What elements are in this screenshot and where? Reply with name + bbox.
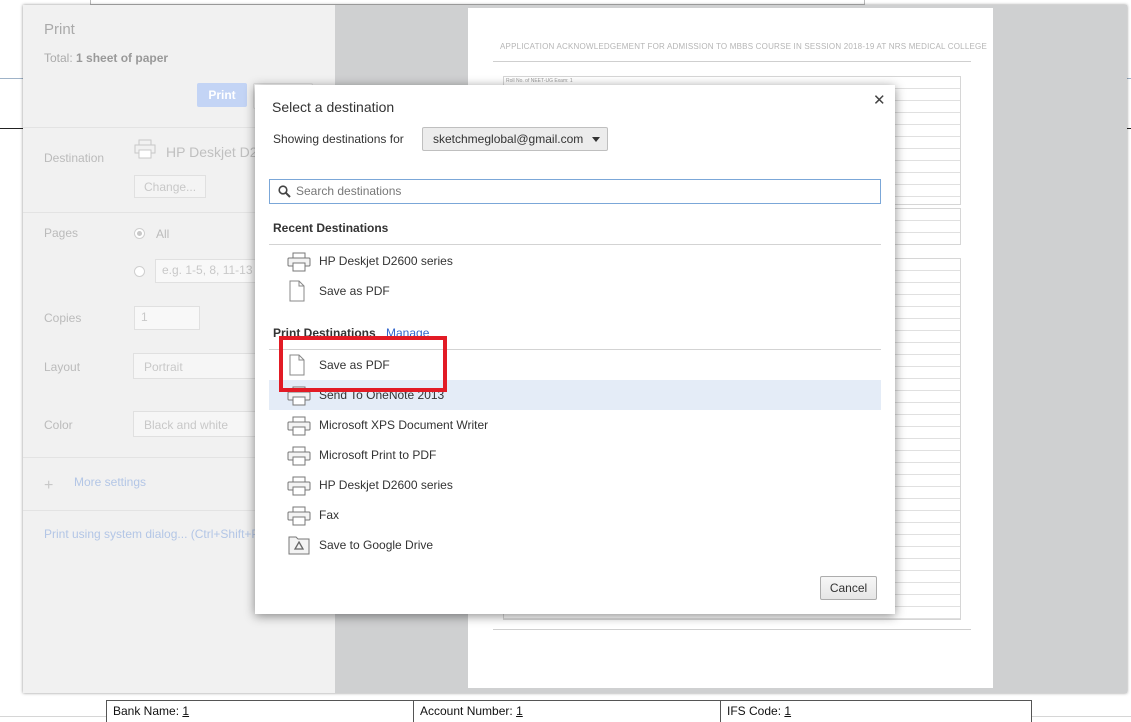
page-divider [0, 128, 23, 129]
page-divider [1127, 128, 1131, 129]
destination-hp-deskjet[interactable]: HP Deskjet D2600 series [269, 470, 881, 500]
destination-label: Microsoft Print to PDF [319, 448, 437, 462]
destination-onenote[interactable]: Send To OneNote 2013 [269, 380, 881, 410]
pages-all-radio[interactable] [134, 228, 145, 239]
google-drive-icon [288, 536, 310, 555]
page-divider [0, 78, 23, 79]
destination-label: Fax [319, 508, 340, 522]
layout-label: Layout [44, 360, 81, 374]
destination-value: HP Deskjet D26 [166, 144, 266, 160]
destination-google-drive[interactable]: Save to Google Drive [269, 530, 881, 560]
destination-label: Microsoft XPS Document Writer [319, 418, 489, 432]
close-icon[interactable]: ✕ [873, 91, 886, 109]
change-destination-button[interactable]: Change... [134, 175, 206, 198]
printer-icon [287, 506, 311, 526]
more-settings-link[interactable]: More settings [74, 475, 146, 489]
preview-rule [493, 61, 971, 62]
search-box[interactable] [269, 179, 881, 204]
destination-save-pdf[interactable]: Save as PDF [269, 350, 881, 380]
destination-label: Destination [44, 151, 105, 165]
preview-header: APPLICATION ACKNOWLEDGEMENT FOR ADMISSIO… [500, 42, 987, 51]
printer-icon [287, 476, 311, 496]
copies-input[interactable]: 1 [134, 306, 200, 330]
recent-destination-save-pdf[interactable]: Save as PDF [269, 276, 881, 306]
ifs-code-cell: IFS Code: 1 [727, 704, 792, 718]
destination-label: HP Deskjet D2600 series [319, 478, 453, 492]
pages-label: Pages [44, 226, 79, 240]
destination-microsoft-print-pdf[interactable]: Microsoft Print to PDF [269, 440, 881, 470]
plus-icon: + [44, 477, 54, 494]
document-icon [289, 280, 305, 302]
destination-label: Save as PDF [319, 358, 390, 372]
showing-destinations-label: Showing destinations for [273, 132, 404, 146]
search-icon [278, 185, 291, 198]
pages-all-label: All [156, 227, 170, 241]
color-label: Color [44, 418, 73, 432]
recent-destination-hp-deskjet[interactable]: HP Deskjet D2600 series [269, 246, 881, 276]
sheet-total: Total: 1 sheet of paper [44, 51, 169, 65]
print-destinations-heading: Print Destinations [273, 326, 376, 340]
destination-label: Save as PDF [319, 284, 390, 298]
pages-custom-radio[interactable] [134, 266, 145, 277]
section-divider [269, 244, 881, 245]
page-divider [1127, 78, 1131, 79]
print-title: Print [44, 21, 75, 38]
print-button[interactable]: Print [197, 83, 247, 107]
destination-fax[interactable]: Fax [269, 500, 881, 530]
system-dialog-link[interactable]: Print using system dialog... (Ctrl+Shift… [44, 527, 263, 541]
destination-label: HP Deskjet D2600 series [319, 254, 453, 268]
destination-label: Send To OneNote 2013 [319, 388, 445, 402]
caret-down-icon [592, 137, 600, 142]
select-destination-dialog: Select a destination ✕ Showing destinati… [255, 85, 895, 614]
printer-icon [287, 446, 311, 466]
preview-rule [493, 629, 971, 630]
account-number-cell: Account Number: 1 [414, 701, 721, 722]
printer-icon [287, 386, 311, 406]
search-destinations-input[interactable] [296, 183, 866, 199]
dialog-title: Select a destination [272, 99, 395, 115]
manage-link[interactable]: Manage [386, 326, 429, 340]
cancel-button[interactable]: Cancel [820, 576, 877, 600]
printer-icon [287, 416, 311, 436]
bank-name-cell: Bank Name: 1 [107, 701, 414, 722]
bank-details-row: Bank Name: 1 Account Number: 1 IFS Code:… [106, 700, 1032, 722]
account-select[interactable]: sketchmeglobal@gmail.com [422, 127, 608, 151]
printer-icon [287, 252, 311, 272]
account-value: sketchmeglobal@gmail.com [433, 132, 584, 146]
destination-label: Save to Google Drive [319, 538, 434, 552]
document-icon [289, 354, 305, 376]
recent-destinations-heading: Recent Destinations [273, 221, 389, 235]
copies-label: Copies [44, 311, 82, 325]
printer-icon [134, 139, 156, 159]
destination-xps-writer[interactable]: Microsoft XPS Document Writer [269, 410, 881, 440]
